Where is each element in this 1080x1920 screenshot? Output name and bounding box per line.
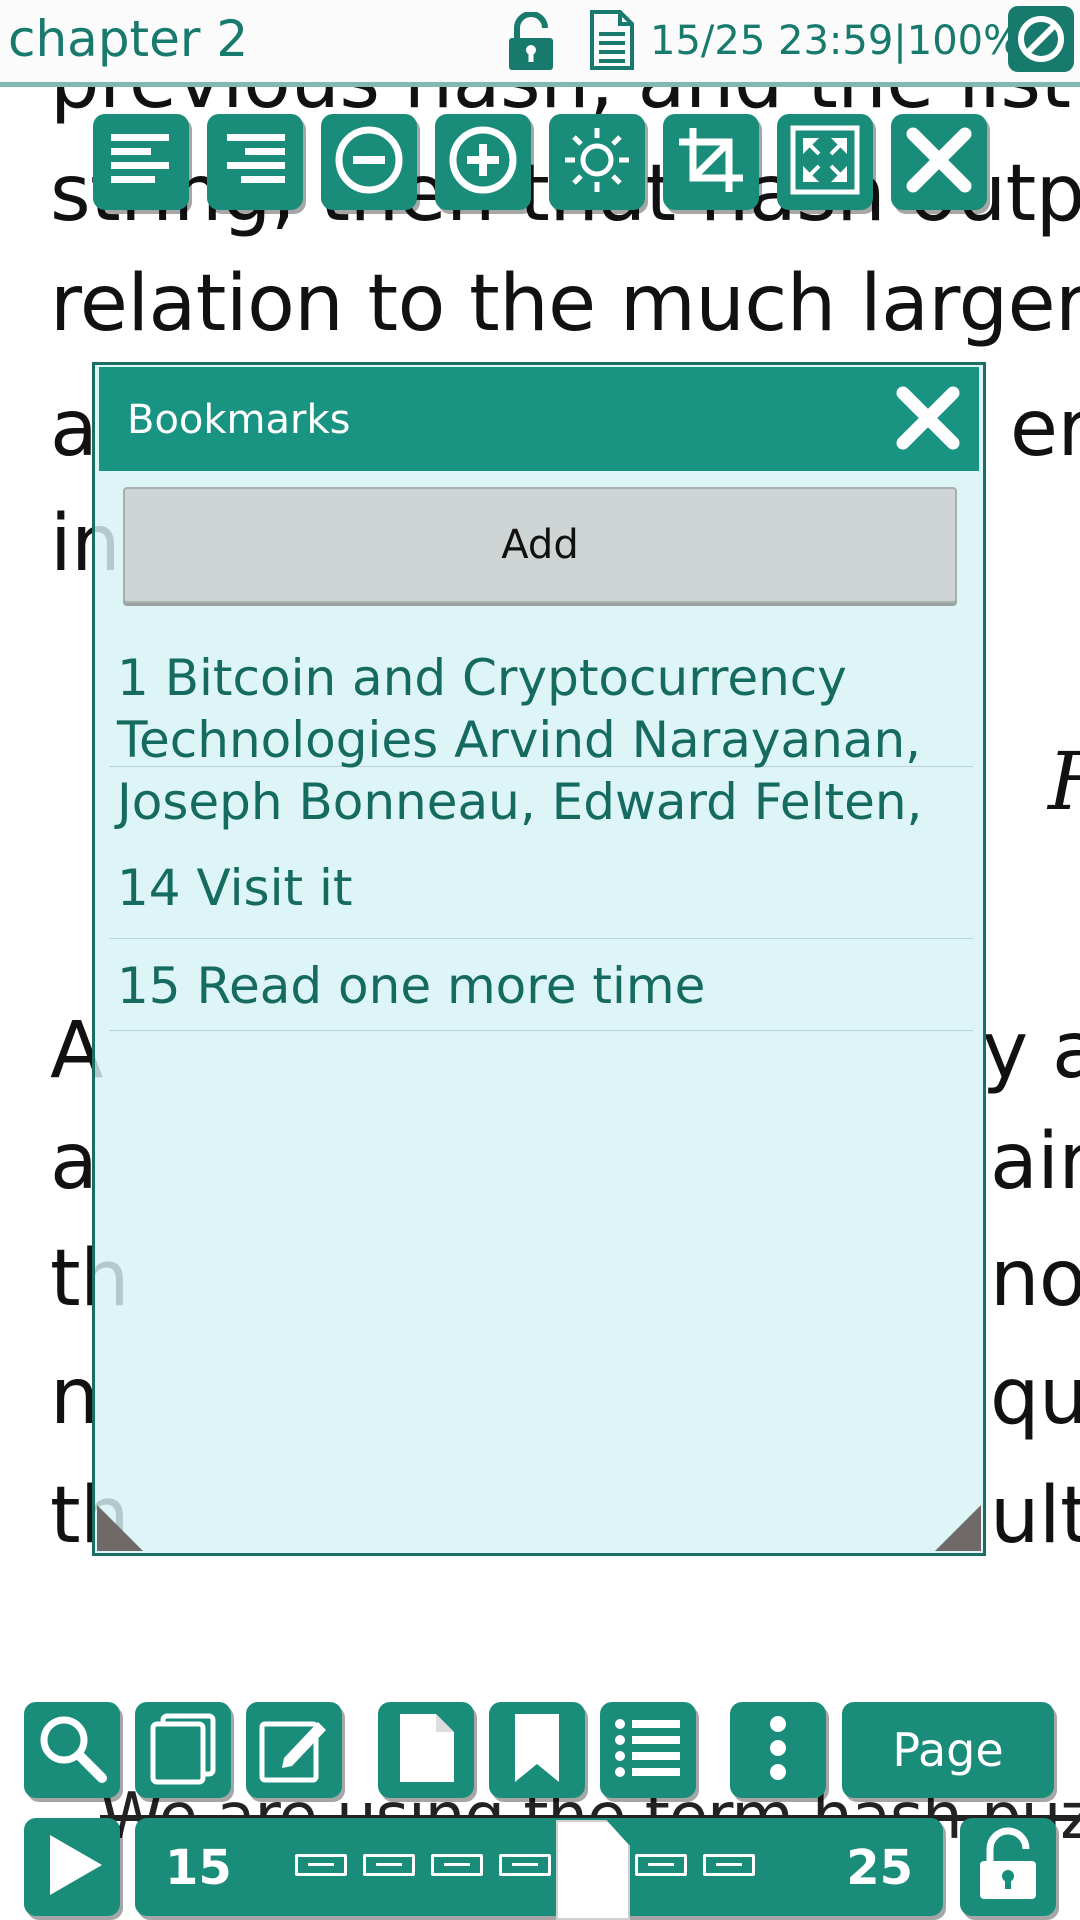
document-icon: [388, 1710, 464, 1790]
bookmark-item[interactable]: 1 Bitcoin and Cryptocurrency Technologie…: [109, 645, 973, 831]
page-line-fragment: ult: [990, 1471, 1080, 1561]
pages-icon: [145, 1710, 221, 1790]
resize-handle-left[interactable]: [97, 1505, 143, 1551]
total-pages-number: 25: [846, 1840, 913, 1896]
page-time-battery: 15/25 23:59|100%: [650, 18, 1022, 64]
search-icon: [34, 1710, 110, 1790]
brightness-icon: [557, 120, 637, 204]
zoom-out-icon: [329, 120, 409, 204]
page-line-fragment: ain.: [990, 1117, 1080, 1207]
slider-track: [295, 1854, 785, 1884]
brightness-button[interactable]: [549, 114, 645, 210]
fullscreen-icon: [785, 120, 865, 204]
search-button[interactable]: [24, 1702, 120, 1798]
align-right-icon: [215, 120, 295, 204]
align-right-button[interactable]: [207, 114, 303, 210]
align-left-icon: [101, 120, 181, 204]
crop-button[interactable]: [663, 114, 759, 210]
page-line-fragment: qui: [990, 1352, 1080, 1442]
page-button[interactable]: Page: [842, 1702, 1054, 1798]
page-line: a: [50, 1117, 98, 1207]
list-icon: [610, 1710, 686, 1790]
chapter-title[interactable]: chapter 2: [8, 10, 248, 68]
bookmarks-dialog: Bookmarks Add 1 Bitcoin and Cryptocurren…: [92, 362, 986, 1556]
close-icon: [896, 386, 960, 450]
status-bar: chapter 2 15/25 23:59|100%: [0, 0, 1080, 87]
page-line-fragment: erta: [1010, 384, 1080, 474]
edit-icon: [256, 1710, 332, 1790]
edit-button[interactable]: [246, 1702, 342, 1798]
play-button[interactable]: [24, 1818, 120, 1916]
close-icon: [899, 120, 979, 204]
lock-icon: [970, 1827, 1046, 1907]
dialog-header: Bookmarks: [99, 367, 979, 471]
page-line: a: [50, 384, 98, 474]
page-line: relation to the much larger ou: [50, 259, 1080, 349]
close-toolbar-button[interactable]: [891, 114, 987, 210]
bookmark-icon: [499, 1710, 575, 1790]
resize-handle-right[interactable]: [935, 1505, 981, 1551]
contents-button[interactable]: [600, 1702, 696, 1798]
align-left-button[interactable]: [93, 114, 189, 210]
document-icon[interactable]: [590, 10, 634, 70]
formula-fragment: H: [1048, 735, 1080, 828]
document-button[interactable]: [378, 1702, 474, 1798]
zoom-out-button[interactable]: [321, 114, 417, 210]
current-page-number: 15: [165, 1840, 232, 1896]
page-slider[interactable]: 15 25: [135, 1818, 943, 1916]
bookmark-button[interactable]: [489, 1702, 585, 1798]
page-line-fragment: y a: [982, 1006, 1080, 1096]
lock-orientation-button[interactable]: [960, 1818, 1056, 1916]
pages-button[interactable]: [135, 1702, 231, 1798]
bookmark-item[interactable]: 15 Read one more time: [109, 939, 973, 1031]
dialog-title: Bookmarks: [127, 397, 351, 443]
zoom-in-icon: [443, 120, 523, 204]
autoscroll-off-icon[interactable]: [1008, 6, 1074, 72]
play-icon: [34, 1827, 110, 1907]
more-menu-button[interactable]: [730, 1702, 826, 1798]
dialog-close-button[interactable]: [891, 381, 965, 455]
lock-icon[interactable]: [507, 11, 555, 70]
fullscreen-button[interactable]: [777, 114, 873, 210]
add-bookmark-button[interactable]: Add: [123, 487, 957, 603]
more-vert-icon: [740, 1710, 816, 1790]
page-line-fragment: no: [990, 1234, 1080, 1324]
slider-thumb[interactable]: [556, 1820, 630, 1920]
zoom-in-button[interactable]: [435, 114, 531, 210]
crop-icon: [671, 120, 751, 204]
bookmark-item[interactable]: 14 Visit it: [109, 845, 973, 939]
